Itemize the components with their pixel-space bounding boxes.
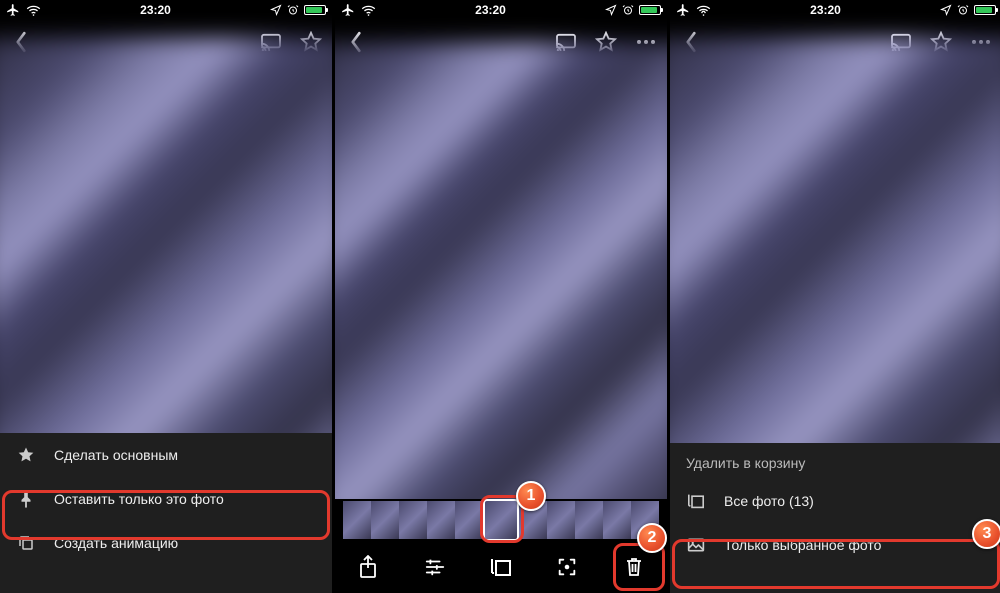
menu-label: Оставить только это фото	[54, 491, 224, 507]
delete-button[interactable]	[621, 554, 647, 580]
menu-create-animation[interactable]: Создать анимацию	[0, 521, 332, 565]
screen-3: 23:20	[670, 0, 1000, 593]
alarm-icon	[957, 4, 969, 16]
status-bar: 23:20	[670, 0, 1000, 20]
share-button[interactable]	[355, 554, 381, 580]
action-sheet: Сделать основным Оставить только это фот…	[0, 433, 332, 593]
thumb-selected[interactable]	[483, 499, 519, 541]
thumb[interactable]	[547, 501, 575, 539]
alarm-icon	[287, 4, 299, 16]
menu-make-primary[interactable]: Сделать основным	[0, 433, 332, 477]
filmstrip[interactable]	[335, 499, 667, 541]
star-filled-icon	[16, 445, 36, 465]
airplane-icon	[6, 3, 20, 17]
copy-icon	[16, 533, 36, 553]
thumb[interactable]	[427, 501, 455, 539]
sheet-title: Удалить в корзину	[670, 443, 1000, 479]
bottom-toolbar	[335, 541, 667, 593]
menu-label: Только выбранное фото	[724, 537, 881, 553]
burst-button[interactable]	[488, 554, 514, 580]
battery-icon	[639, 5, 661, 15]
thumb[interactable]	[519, 501, 547, 539]
thumb[interactable]	[575, 501, 603, 539]
menu-label: Сделать основным	[54, 447, 178, 463]
wifi-icon	[696, 4, 711, 16]
status-time: 23:20	[475, 3, 506, 17]
thumb[interactable]	[371, 501, 399, 539]
airplane-icon	[341, 3, 355, 17]
thumb[interactable]	[603, 501, 631, 539]
wifi-icon	[361, 4, 376, 16]
delete-sheet: Удалить в корзину Все фото (13) Только в…	[670, 443, 1000, 593]
screen-2: 23:20	[335, 0, 667, 593]
thumb[interactable]	[399, 501, 427, 539]
wifi-icon	[26, 4, 41, 16]
airplane-icon	[676, 3, 690, 17]
status-time: 23:20	[140, 3, 171, 17]
burst-icon	[686, 491, 706, 511]
battery-icon	[304, 5, 326, 15]
photo-preview[interactable]	[335, 42, 667, 521]
thumb[interactable]	[455, 501, 483, 539]
edit-button[interactable]	[422, 554, 448, 580]
menu-label: Создать анимацию	[54, 535, 178, 551]
screen-1: 23:20	[0, 0, 332, 593]
image-icon	[686, 535, 706, 555]
menu-all-photos[interactable]: Все фото (13)	[670, 479, 1000, 523]
location-icon	[270, 4, 282, 16]
thumb[interactable]	[631, 501, 659, 539]
alarm-icon	[622, 4, 634, 16]
location-icon	[940, 4, 952, 16]
status-time: 23:20	[810, 3, 841, 17]
battery-icon	[974, 5, 996, 15]
thumb[interactable]	[343, 501, 371, 539]
menu-label: Все фото (13)	[724, 493, 814, 509]
location-icon	[605, 4, 617, 16]
menu-only-selected[interactable]: Только выбранное фото	[670, 523, 1000, 567]
status-bar: 23:20	[0, 0, 332, 20]
status-bar: 23:20	[335, 0, 667, 20]
menu-keep-only[interactable]: Оставить только это фото	[0, 477, 332, 521]
lens-button[interactable]	[554, 554, 580, 580]
pin-icon	[16, 489, 36, 509]
